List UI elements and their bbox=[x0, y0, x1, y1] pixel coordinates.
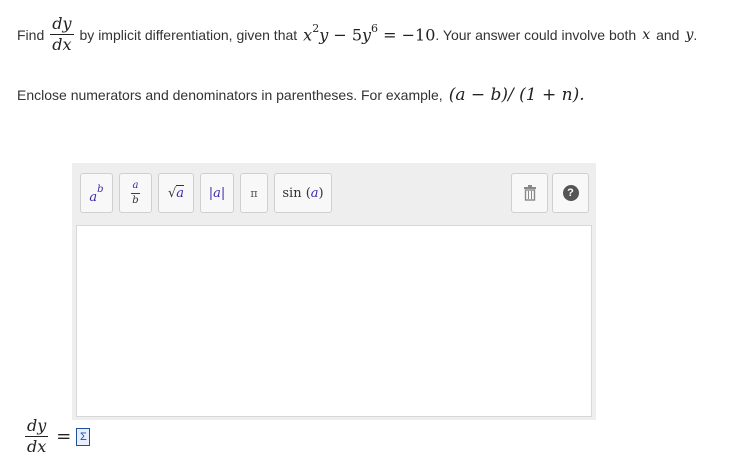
sin-button[interactable]: sin (a) bbox=[274, 173, 332, 213]
equation: x2y − 5y6 = −10 bbox=[303, 22, 436, 45]
var-x: x bbox=[642, 26, 651, 43]
sin-func: sin bbox=[282, 185, 302, 201]
dy-label: dy bbox=[50, 14, 74, 35]
eq-y2: y bbox=[362, 25, 372, 45]
eq-x: x bbox=[303, 25, 313, 45]
editor-toolbar: ab a b √ a |a| π sin (a) ? bbox=[80, 171, 589, 217]
dydx-fraction: dy dx bbox=[50, 14, 74, 54]
hint-example: (a − b)/ (1 + n). bbox=[448, 85, 585, 105]
sqrt-icon: √ bbox=[167, 185, 177, 201]
hint-text: Enclose numerators and denominators in p… bbox=[17, 85, 585, 105]
power-button[interactable]: ab bbox=[80, 173, 113, 213]
and-text: and bbox=[656, 26, 680, 43]
var-y: y bbox=[685, 26, 694, 43]
sqrt-arg: a bbox=[176, 185, 185, 201]
answer-dydx: dy dx bbox=[25, 416, 49, 456]
answer-dx: dx bbox=[27, 437, 47, 456]
eq-y: y bbox=[319, 25, 329, 45]
math-editor: ab a b √ a |a| π sin (a) ? bbox=[72, 163, 596, 420]
question-text: Find dy dx by implicit differentiation, … bbox=[17, 16, 697, 53]
hint-label: Enclose numerators and denominators in p… bbox=[17, 87, 443, 103]
frac-num: a bbox=[130, 180, 141, 194]
eq-rhs: −10 bbox=[401, 25, 436, 45]
trash-button[interactable] bbox=[511, 173, 548, 213]
answer-dy: dy bbox=[25, 416, 49, 437]
eq-minus: − bbox=[328, 25, 352, 45]
sin-arg: a bbox=[310, 185, 319, 201]
eq-equals: = bbox=[378, 25, 402, 45]
abs-button[interactable]: |a| bbox=[200, 173, 234, 213]
after-eq-text: . Your answer could involve both bbox=[435, 26, 637, 43]
fraction-icon: a b bbox=[130, 180, 141, 206]
answer-equals: = bbox=[56, 426, 72, 447]
frac-den: b bbox=[132, 194, 139, 206]
sqrt-button[interactable]: √ a bbox=[158, 173, 194, 213]
answer-row: dy dx = Σ bbox=[25, 416, 91, 456]
by-text: by implicit differentiation, given that bbox=[79, 26, 298, 43]
help-button[interactable]: ? bbox=[552, 173, 589, 213]
period: . bbox=[693, 26, 698, 43]
power-exp: b bbox=[97, 183, 104, 195]
power-base: a bbox=[89, 189, 98, 205]
sum-icon[interactable]: Σ bbox=[76, 427, 91, 446]
find-label: Find bbox=[17, 26, 45, 43]
answer-input-area[interactable] bbox=[76, 225, 592, 417]
eq-exp2: 2 bbox=[312, 22, 320, 36]
pi-button[interactable]: π bbox=[240, 173, 268, 213]
trash-icon bbox=[523, 185, 536, 201]
help-icon: ? bbox=[562, 185, 579, 201]
eq-coef: 5 bbox=[351, 25, 362, 45]
eq-exp6: 6 bbox=[371, 22, 379, 36]
fraction-button[interactable]: a b bbox=[119, 173, 152, 213]
dx-label: dx bbox=[52, 35, 72, 54]
